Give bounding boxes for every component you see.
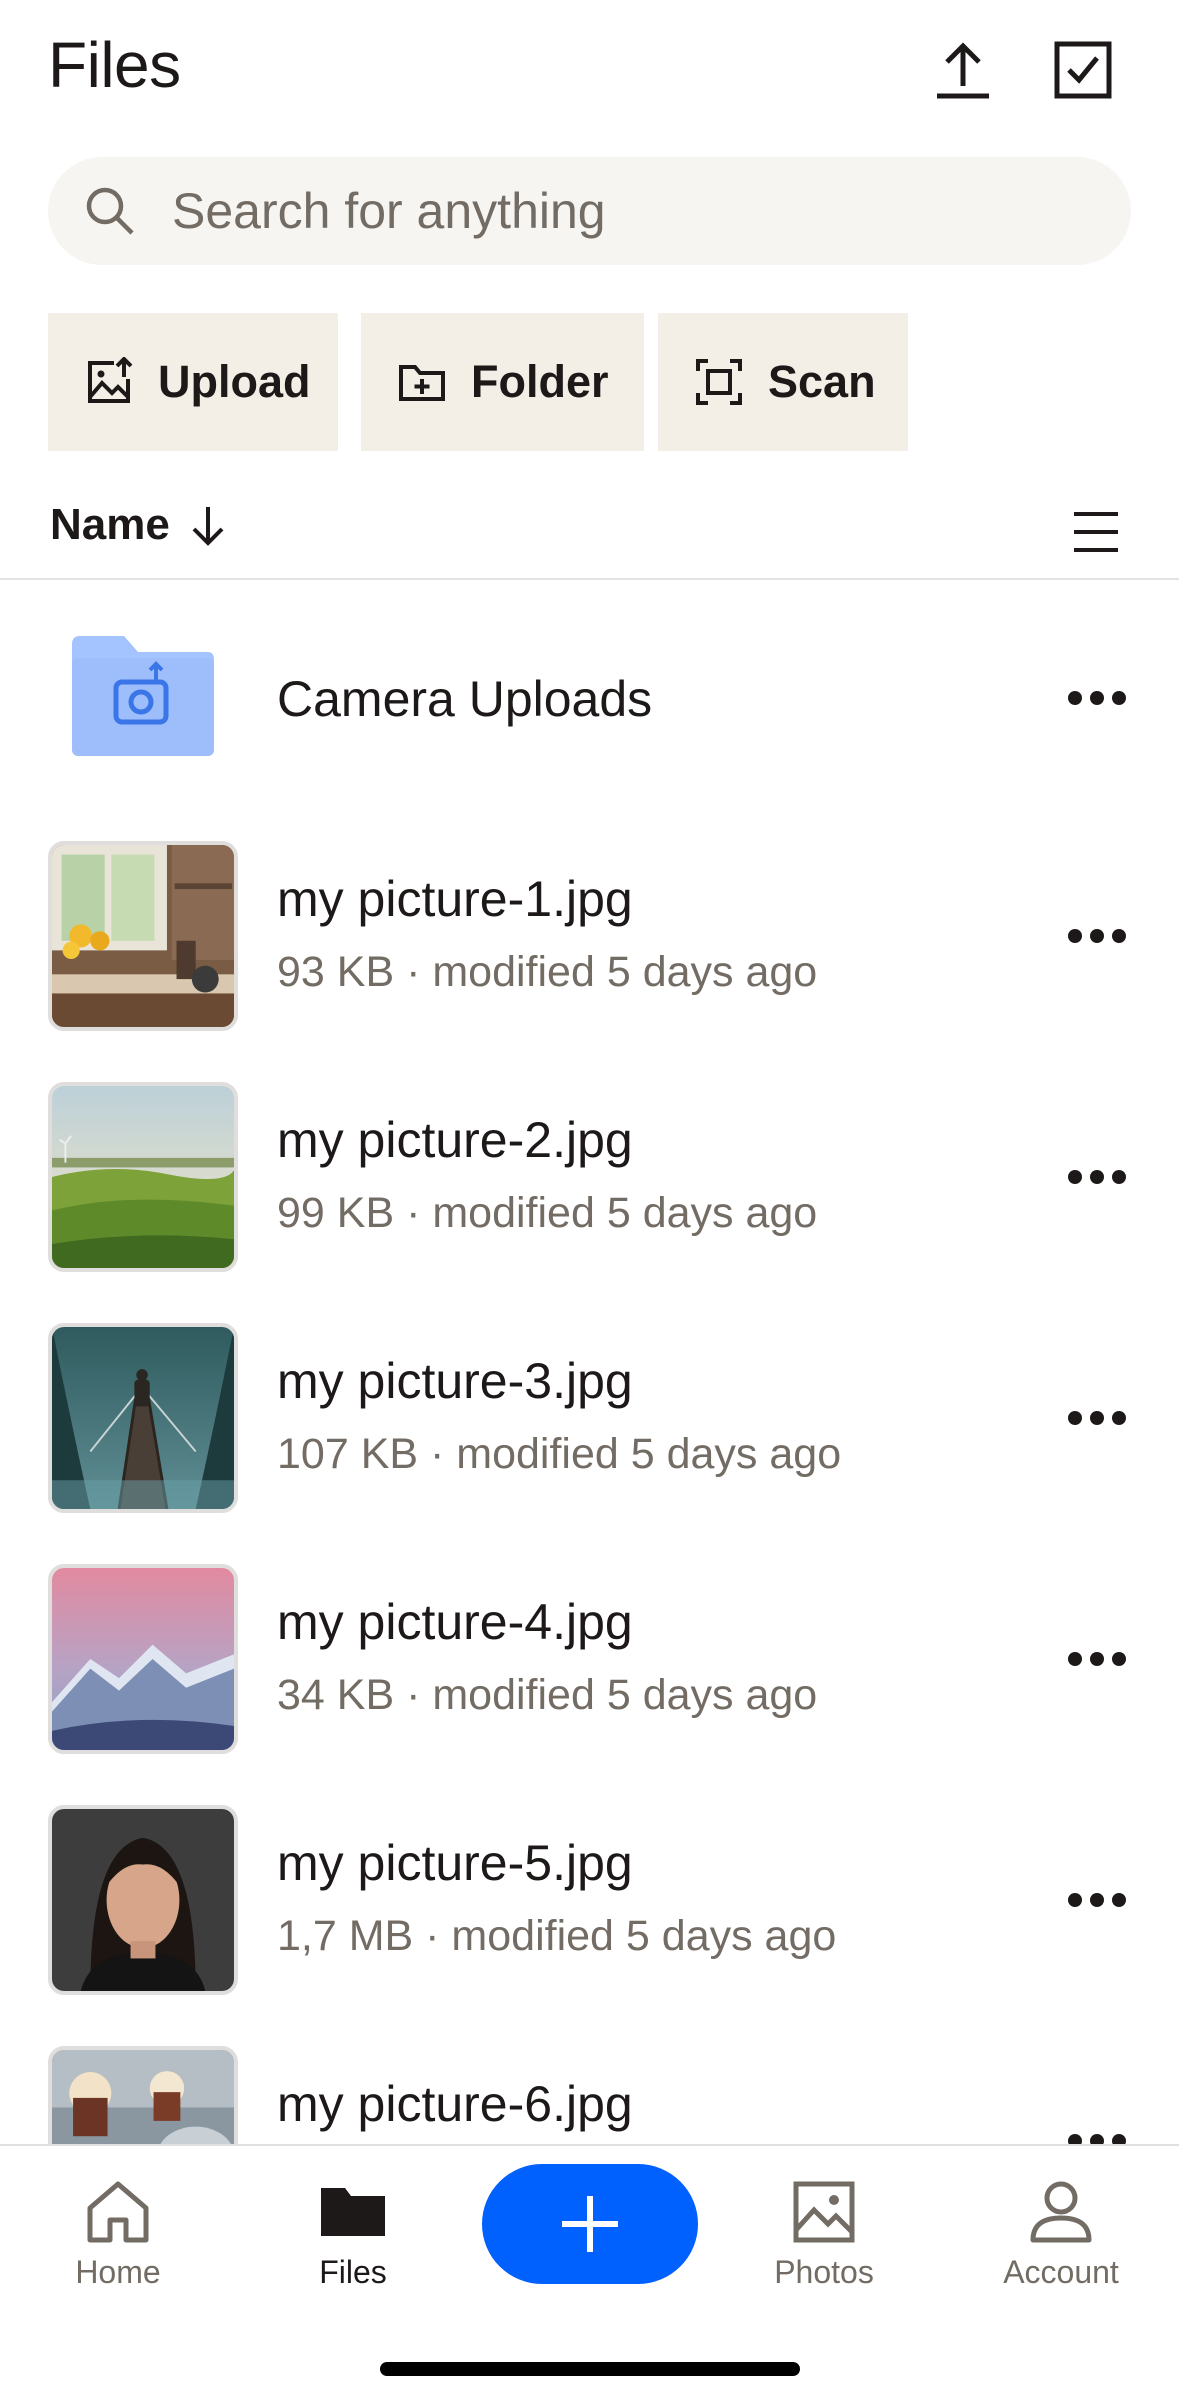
- file-thumbnail: [48, 1082, 238, 1272]
- file-meta: 34 KB · modified 5 days ago: [277, 1671, 818, 1719]
- arrow-down-icon: [192, 507, 224, 546]
- file-thumbnail: [48, 1323, 238, 1513]
- new-folder-icon: [399, 365, 445, 401]
- upload-action-label: Upload: [158, 356, 311, 407]
- scan-icon: [696, 359, 742, 405]
- upload-icon: [937, 42, 989, 99]
- more-options-icon[interactable]: [1063, 916, 1131, 956]
- select-button[interactable]: [1043, 30, 1123, 110]
- file-name: my picture-5.jpg: [277, 1835, 633, 1891]
- file-name: Camera Uploads: [277, 671, 653, 727]
- file-meta: 1,7 MB · modified 5 days ago: [277, 1912, 837, 1960]
- nav-account[interactable]: Account: [961, 2146, 1161, 2306]
- account-icon: [1030, 2181, 1092, 2243]
- home-icon: [87, 2181, 149, 2243]
- nav-account-label: Account: [1003, 2254, 1119, 2290]
- file-name: my picture-2.jpg: [277, 1112, 633, 1168]
- nav-files[interactable]: Files: [253, 2146, 453, 2306]
- nav-home-label: Home: [75, 2254, 161, 2290]
- file-meta: 107 KB · modified 5 days ago: [277, 1430, 842, 1478]
- nav-home[interactable]: Home: [18, 2146, 218, 2306]
- upload-action-button[interactable]: Upload: [48, 313, 338, 451]
- checkbox-icon: [1054, 41, 1112, 99]
- nav-files-label: Files: [319, 2254, 387, 2290]
- nav-photos-label: Photos: [774, 2254, 874, 2290]
- file-name: my picture-3.jpg: [277, 1353, 633, 1409]
- file-thumbnail: [48, 1805, 238, 1995]
- bottom-navigation: Home Files Photos Account: [0, 2144, 1179, 2398]
- sort-label: Name: [50, 500, 170, 549]
- more-options-icon[interactable]: [1063, 1639, 1131, 1679]
- list-item[interactable]: my picture-1.jpg 93 KB · modified 5 days…: [0, 818, 1179, 1058]
- search-input[interactable]: [172, 157, 1072, 265]
- page-title: Files: [48, 29, 181, 101]
- create-button[interactable]: [482, 2164, 698, 2284]
- list-item[interactable]: Camera Uploads: [0, 580, 1179, 820]
- file-meta: 93 KB · modified 5 days ago: [277, 948, 818, 996]
- scan-action-label: Scan: [768, 356, 876, 407]
- home-indicator: [380, 2362, 800, 2376]
- file-name: my picture-4.jpg: [277, 1594, 633, 1650]
- camera-folder-icon: [72, 636, 214, 756]
- folder-action-label: Folder: [471, 356, 609, 407]
- list-item[interactable]: my picture-2.jpg 99 KB · modified 5 days…: [0, 1059, 1179, 1299]
- search-bar[interactable]: [48, 157, 1131, 265]
- sort-bar: Name: [0, 480, 1179, 580]
- header: Files: [0, 0, 1179, 140]
- file-thumbnail: [48, 841, 238, 1031]
- file-meta: 99 KB · modified 5 days ago: [277, 1189, 818, 1237]
- file-name: my picture-6.jpg: [277, 2076, 633, 2132]
- upload-image-icon: [88, 357, 133, 403]
- list-item[interactable]: my picture-3.jpg 107 KB · modified 5 day…: [0, 1300, 1179, 1540]
- more-options-icon[interactable]: [1063, 1157, 1131, 1197]
- file-name: my picture-1.jpg: [277, 871, 633, 927]
- file-thumbnail: [48, 1564, 238, 1754]
- list-item[interactable]: my picture-5.jpg 1,7 MB · modified 5 day…: [0, 1782, 1179, 2022]
- folder-action-button[interactable]: Folder: [361, 313, 644, 451]
- search-icon: [86, 187, 134, 235]
- more-options-icon[interactable]: [1063, 1880, 1131, 1920]
- plus-icon: [562, 2196, 618, 2252]
- scan-action-button[interactable]: Scan: [658, 313, 908, 451]
- upload-button[interactable]: [923, 30, 1003, 110]
- sort-by-name-button[interactable]: Name: [50, 500, 232, 550]
- nav-photos[interactable]: Photos: [724, 2146, 924, 2306]
- folder-icon: [321, 2188, 385, 2236]
- more-options-icon[interactable]: [1063, 1398, 1131, 1438]
- list-item[interactable]: my picture-4.jpg 34 KB · modified 5 days…: [0, 1541, 1179, 1781]
- list-view-icon[interactable]: [1066, 502, 1126, 562]
- photos-icon: [793, 2181, 855, 2243]
- more-options-icon[interactable]: [1063, 678, 1131, 718]
